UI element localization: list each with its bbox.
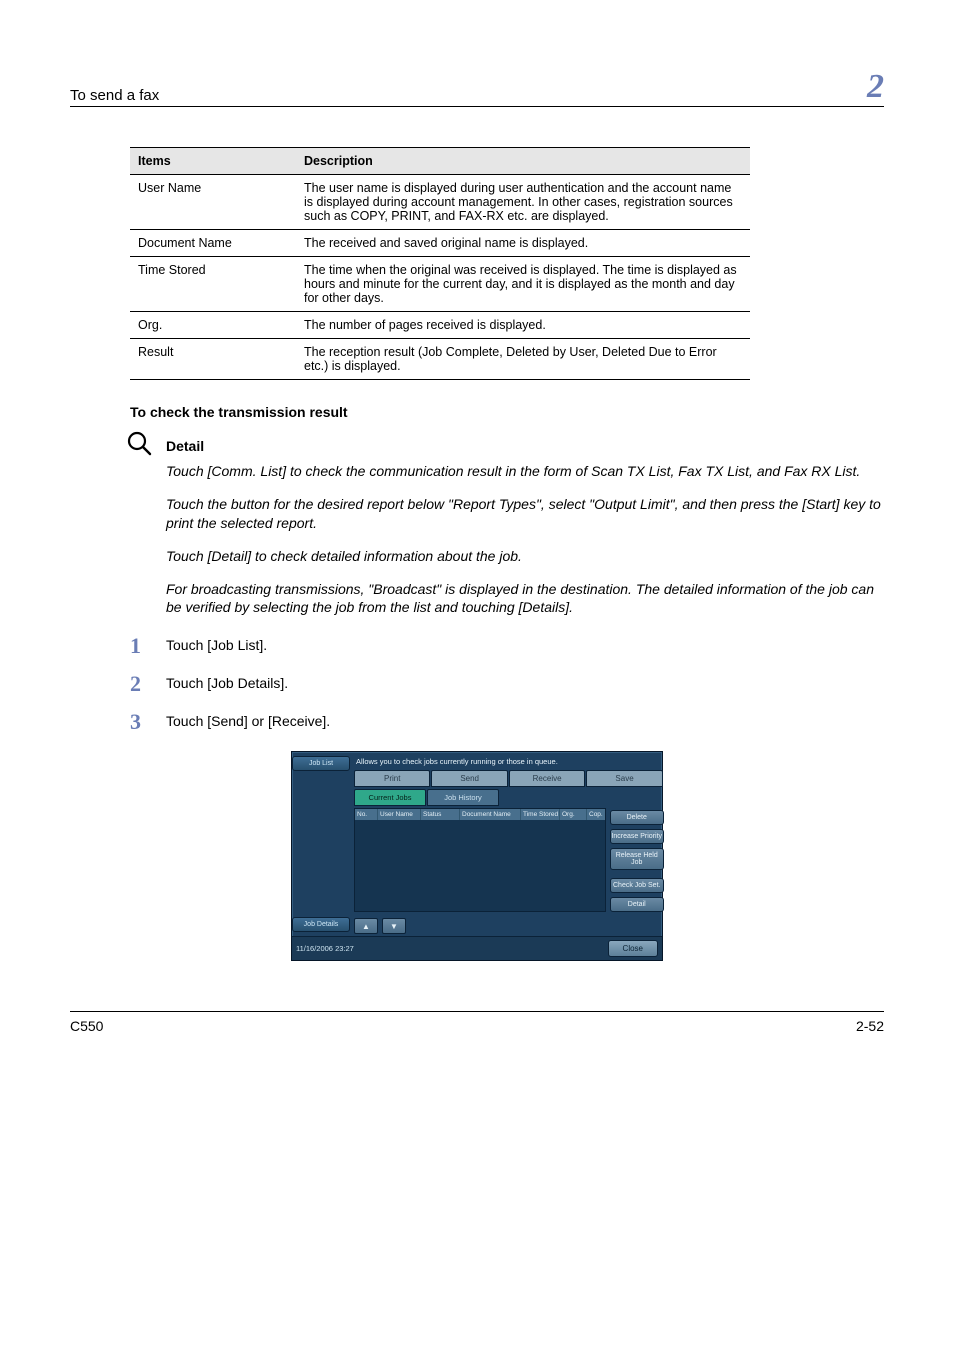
chapter-number: 2 [867, 70, 884, 104]
footer-right: 2-52 [856, 1018, 884, 1034]
col-items: Items [130, 148, 296, 175]
detail-button[interactable]: Detail [610, 897, 664, 912]
detail-paragraph: For broadcasting transmissions, "Broadca… [166, 580, 884, 618]
detail-label: Detail [166, 438, 884, 454]
detail-block: Detail Touch [Comm. List] to check the c… [130, 438, 884, 617]
col-no: No. [355, 809, 378, 820]
tab-send[interactable]: Send [431, 770, 507, 787]
detail-paragraph: Touch [Comm. List] to check the communic… [166, 462, 884, 481]
table-row: Result The reception result (Job Complet… [130, 339, 750, 380]
release-held-job-button[interactable]: Release Held Job [610, 848, 664, 870]
job-list-panel: Job List Job Details Allows you to check… [291, 751, 663, 961]
action-buttons: Delete Increase Priority Release Held Jo… [610, 808, 664, 912]
steps-list: Touch [Job List]. Touch [Job Details]. T… [130, 637, 884, 729]
col-cop: Cop. [587, 809, 605, 820]
table-row: Document Name The received and saved ori… [130, 230, 750, 257]
job-table: No. User Name Status Document Name Time … [354, 808, 606, 912]
desc-cell: The received and saved original name is … [296, 230, 750, 257]
status-bar: 11/16/2006 23:27 Close [292, 936, 662, 960]
job-table-header: No. User Name Status Document Name Time … [355, 809, 605, 820]
scroll-down-button[interactable]: ▼ [382, 918, 406, 934]
job-list-button[interactable]: Job List [292, 756, 350, 771]
close-button[interactable]: Close [608, 940, 658, 957]
arrow-down-icon: ▼ [390, 922, 398, 931]
table-row: Org. The number of pages received is dis… [130, 312, 750, 339]
section-title: To check the transmission result [130, 404, 884, 420]
job-details-button[interactable]: Job Details [292, 917, 350, 932]
col-doc: Document Name [460, 809, 521, 820]
timestamp: 11/16/2006 23:27 [296, 944, 354, 953]
subtab-current-jobs[interactable]: Current Jobs [354, 789, 426, 806]
check-job-set-button[interactable]: Check Job Set. [610, 878, 664, 893]
table-row: User Name The user name is displayed dur… [130, 175, 750, 230]
header-title: To send a fax [70, 87, 159, 104]
page-header: To send a fax 2 [70, 70, 884, 107]
desc-cell: The time when the original was received … [296, 257, 750, 312]
subtab-job-history[interactable]: Job History [427, 789, 499, 806]
desc-cell: The reception result (Job Complete, Dele… [296, 339, 750, 380]
col-time: Time Stored [521, 809, 560, 820]
tab-save[interactable]: Save [586, 770, 662, 787]
tab-print[interactable]: Print [354, 770, 430, 787]
delete-button[interactable]: Delete [610, 810, 664, 825]
sub-tabs: Current Jobs Job History [354, 789, 664, 806]
detail-paragraph: Touch [Detail] to check detailed informa… [166, 547, 884, 566]
col-description: Description [296, 148, 750, 175]
detail-paragraph: Touch the button for the desired report … [166, 495, 884, 533]
scroll-up-button[interactable]: ▲ [354, 918, 378, 934]
col-user: User Name [378, 809, 421, 820]
item-cell: Org. [130, 312, 296, 339]
main-tabs: Print Send Receive Save [354, 770, 664, 787]
footer-left: C550 [70, 1018, 103, 1034]
step-item: Touch [Job Details]. [130, 675, 884, 691]
step-item: Touch [Job List]. [130, 637, 884, 653]
magnifier-icon [126, 430, 154, 463]
col-status: Status [421, 809, 460, 820]
table-row: Time Stored The time when the original w… [130, 257, 750, 312]
page-footer: C550 2-52 [70, 1011, 884, 1034]
desc-cell: The number of pages received is displaye… [296, 312, 750, 339]
desc-cell: The user name is displayed during user a… [296, 175, 750, 230]
arrow-up-icon: ▲ [362, 922, 370, 931]
col-org: Org. [560, 809, 587, 820]
item-cell: User Name [130, 175, 296, 230]
item-cell: Time Stored [130, 257, 296, 312]
item-cell: Document Name [130, 230, 296, 257]
hint-text: Allows you to check jobs currently runni… [354, 755, 664, 770]
step-item: Touch [Send] or [Receive]. [130, 713, 884, 729]
items-description-table: Items Description User Name The user nam… [130, 147, 750, 380]
item-cell: Result [130, 339, 296, 380]
increase-priority-button[interactable]: Increase Priority [610, 829, 664, 844]
tab-receive[interactable]: Receive [509, 770, 585, 787]
